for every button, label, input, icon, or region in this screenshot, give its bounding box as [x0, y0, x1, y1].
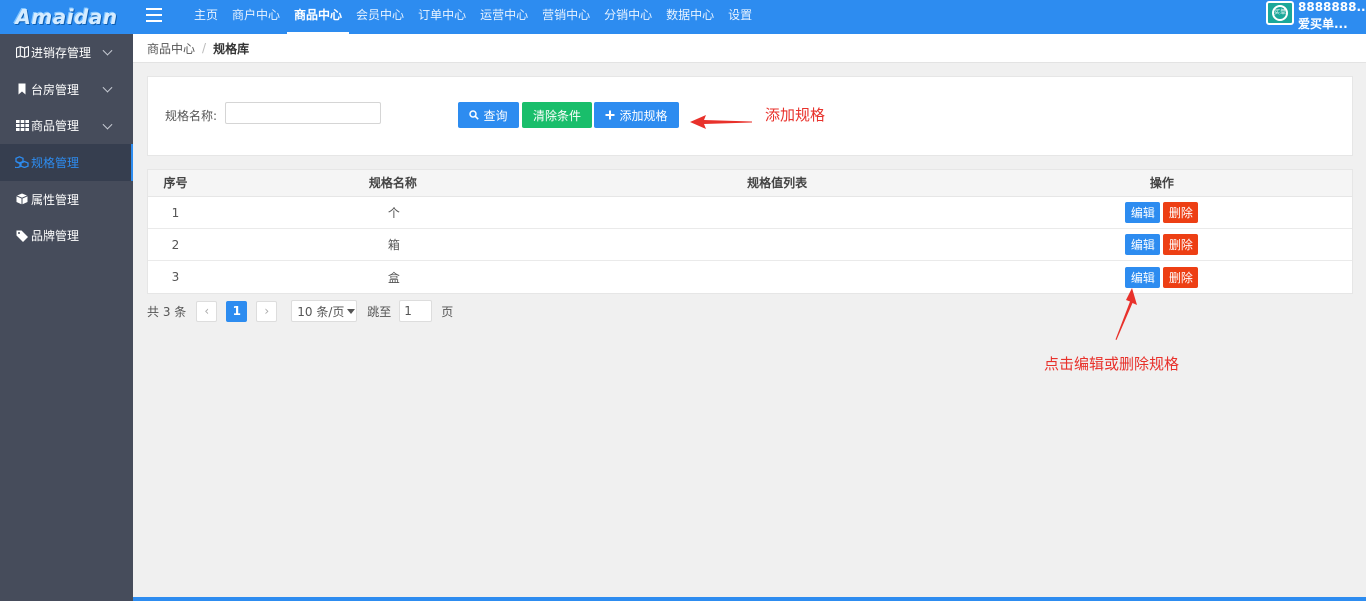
- row-actions: 编辑 删除: [972, 202, 1352, 223]
- delete-button[interactable]: 删除: [1163, 234, 1199, 255]
- page-button-current[interactable]: 1: [226, 300, 248, 322]
- breadcrumb-current: 规格库: [213, 41, 250, 56]
- jump-page-input[interactable]: [399, 300, 433, 322]
- app-logo[interactable]: Amaidan: [0, 0, 133, 34]
- user-name: 爱买单...: [1298, 17, 1348, 31]
- bottom-accent-line: [133, 597, 1366, 601]
- map-icon: [15, 45, 29, 59]
- column-header-name: 规格名称: [368, 176, 417, 190]
- sidebar-item-goods[interactable]: 商品管理: [0, 107, 133, 144]
- spec-table: 序号 规格名称 规格值列表 操作 1 个 编辑 删除 2 箱 编辑 删除 3 盒…: [147, 169, 1353, 294]
- query-button[interactable]: 查询: [458, 102, 519, 128]
- nav-item-settings[interactable]: 设置: [721, 0, 759, 34]
- sidebar-item-inventory[interactable]: 进销存管理: [0, 34, 133, 71]
- clear-button[interactable]: 清除条件: [522, 102, 592, 128]
- nav-item-marketing[interactable]: 营销中心: [535, 0, 597, 34]
- caret-down-icon: [347, 308, 356, 314]
- edit-button[interactable]: 编辑: [1125, 202, 1161, 223]
- add-spec-button-label: 添加规格: [619, 108, 668, 123]
- row-index: 3: [171, 270, 180, 284]
- sidebar-item-rooms[interactable]: 台房管理: [0, 71, 133, 108]
- sidebar-item-brands[interactable]: 品牌管理: [0, 217, 133, 254]
- column-header-actions: 操作: [1149, 176, 1174, 190]
- nav-item-member[interactable]: 会员中心: [349, 0, 411, 34]
- plus-icon: [605, 110, 615, 120]
- table-header: 序号 规格名称 规格值列表 操作: [148, 169, 1352, 197]
- sidebar-item-label: 品牌管理: [31, 229, 80, 244]
- bookmark-icon: [15, 82, 29, 96]
- delete-button[interactable]: 删除: [1163, 202, 1199, 223]
- user-menu[interactable]: 买单 8888888... 爱买单...: [1266, 0, 1366, 34]
- row-index: 1: [171, 205, 180, 220]
- top-bar: Amaidan 主页 商户中心 商品中心 会员中心 订单中心 运营中心 营销中心…: [0, 0, 1366, 34]
- spec-name-label: 规格名称:: [165, 109, 218, 123]
- spec-name-input[interactable]: [225, 102, 381, 124]
- row-spec-name: 盒: [387, 270, 400, 285]
- clear-button-label: 清除条件: [532, 108, 581, 123]
- chevron-down-icon: [102, 119, 113, 130]
- edit-button[interactable]: 编辑: [1125, 234, 1161, 255]
- edit-button[interactable]: 编辑: [1125, 266, 1161, 288]
- row-actions: 编辑 删除: [972, 266, 1352, 288]
- chevron-down-icon: [102, 45, 113, 56]
- sidebar-item-label: 进销存管理: [31, 45, 92, 60]
- column-header-index: 序号: [163, 176, 188, 190]
- row-spec-name: 个: [387, 206, 400, 220]
- pagination-total: 共 3 条: [147, 304, 187, 319]
- search-icon: [469, 110, 480, 120]
- annotation-arrow-edit: [1115, 288, 1137, 340]
- delete-button[interactable]: 删除: [1163, 266, 1199, 288]
- cubes-icon: [15, 155, 29, 169]
- sidebar-item-label: 规格管理: [31, 155, 80, 170]
- nav-item-data[interactable]: 数据中心: [659, 0, 721, 34]
- tags-icon: [15, 229, 29, 243]
- user-id: 8888888...: [1298, 0, 1366, 14]
- prev-page-button[interactable]: ‹: [196, 300, 218, 322]
- page-size-select[interactable]: 10 条/页: [291, 300, 358, 322]
- sidebar-item-specs[interactable]: 规格管理: [0, 144, 133, 181]
- page-label: 页: [441, 304, 454, 319]
- nav-item-distribution[interactable]: 分销中心: [597, 0, 659, 34]
- sidebar: 进销存管理 台房管理 商品管理 规格管理 属性管理 品牌管理: [0, 34, 133, 601]
- annotation-edit-text: 点击编辑或删除规格: [1044, 355, 1180, 373]
- annotation-arrow-add: [690, 115, 752, 129]
- column-header-values: 规格值列表: [747, 176, 808, 190]
- table-row: 2 箱 编辑 删除: [148, 229, 1352, 261]
- sidebar-item-label: 属性管理: [31, 192, 80, 207]
- row-spec-name: 箱: [387, 238, 400, 252]
- row-actions: 编辑 删除: [972, 234, 1352, 255]
- nav-item-goods[interactable]: 商品中心: [287, 0, 350, 34]
- breadcrumb-item-goods-center[interactable]: 商品中心: [147, 40, 195, 57]
- sidebar-item-label: 台房管理: [31, 82, 80, 97]
- next-page-button[interactable]: ›: [256, 300, 278, 322]
- nav-item-home[interactable]: 主页: [187, 0, 225, 34]
- nav-item-operation[interactable]: 运营中心: [473, 0, 535, 34]
- top-nav: 主页 商户中心 商品中心 会员中心 订单中心 运营中心 营销中心 分销中心 数据…: [187, 0, 759, 34]
- table-row: 1 个 编辑 删除: [148, 197, 1352, 229]
- nav-item-merchant[interactable]: 商户中心: [225, 0, 287, 34]
- pagination: 共 3 条 ‹ 1 › 10 条/页 跳至 页: [147, 300, 453, 322]
- menu-toggle-icon[interactable]: [146, 8, 162, 22]
- query-button-label: 查询: [483, 108, 508, 123]
- sidebar-item-label: 商品管理: [31, 119, 80, 134]
- table-row: 3 盒 编辑 删除: [148, 261, 1352, 293]
- sidebar-item-attributes[interactable]: 属性管理: [0, 181, 133, 218]
- page-size-value: 10 条/页: [297, 304, 345, 319]
- jump-label: 跳至: [367, 304, 392, 319]
- avatar[interactable]: 买单: [1266, 1, 1294, 25]
- annotation-add-text: 添加规格: [765, 106, 826, 124]
- breadcrumb-separator: /: [202, 41, 207, 55]
- add-spec-button[interactable]: 添加规格: [594, 102, 679, 128]
- grid-icon: [15, 119, 29, 133]
- row-index: 2: [171, 237, 180, 252]
- cube-icon: [15, 192, 29, 206]
- breadcrumb: 商品中心 / 规格库: [133, 34, 1366, 63]
- nav-item-order[interactable]: 订单中心: [411, 0, 473, 34]
- chevron-down-icon: [102, 82, 113, 93]
